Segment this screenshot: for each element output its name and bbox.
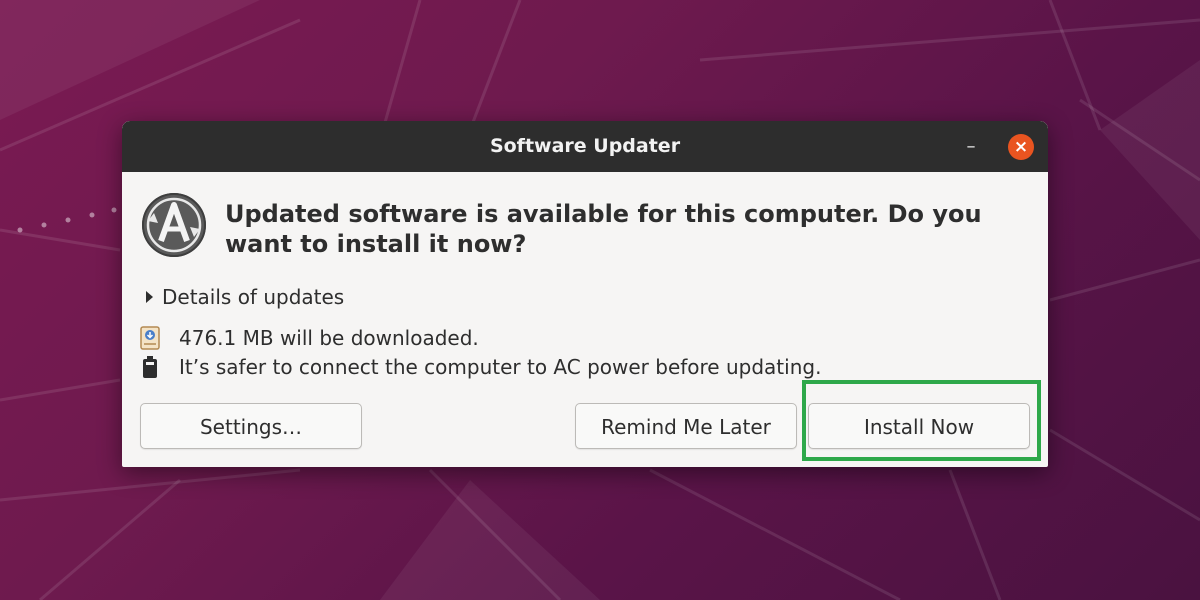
window-title: Software Updater [489, 135, 681, 157]
expander-arrow-icon [146, 291, 153, 303]
download-icon [140, 326, 160, 350]
update-headline: Updated software is available for this c… [225, 200, 982, 258]
download-size-text: 476.1 MB will be downloaded. [179, 326, 479, 350]
power-info-row: It’s safer to connect the computer to AC… [140, 355, 821, 379]
power-warning-text: It’s safer to connect the computer to AC… [179, 355, 822, 379]
remind-me-later-button[interactable]: Remind Me Later [575, 403, 797, 449]
close-icon[interactable]: × [1008, 134, 1034, 160]
details-label: Details of updates [162, 285, 345, 309]
battery-icon [143, 356, 157, 378]
software-updater-icon [142, 193, 206, 257]
details-expander[interactable]: Details of updates [146, 285, 344, 309]
settings-button[interactable]: Settings… [140, 403, 362, 449]
desktop: Software Updater – × Updated software is… [0, 0, 1200, 600]
minimize-icon[interactable]: – [958, 135, 984, 159]
window-titlebar[interactable]: Software Updater – × [122, 121, 1048, 172]
install-now-highlight-box [802, 380, 1041, 461]
download-info-row: 476.1 MB will be downloaded. [140, 326, 479, 350]
